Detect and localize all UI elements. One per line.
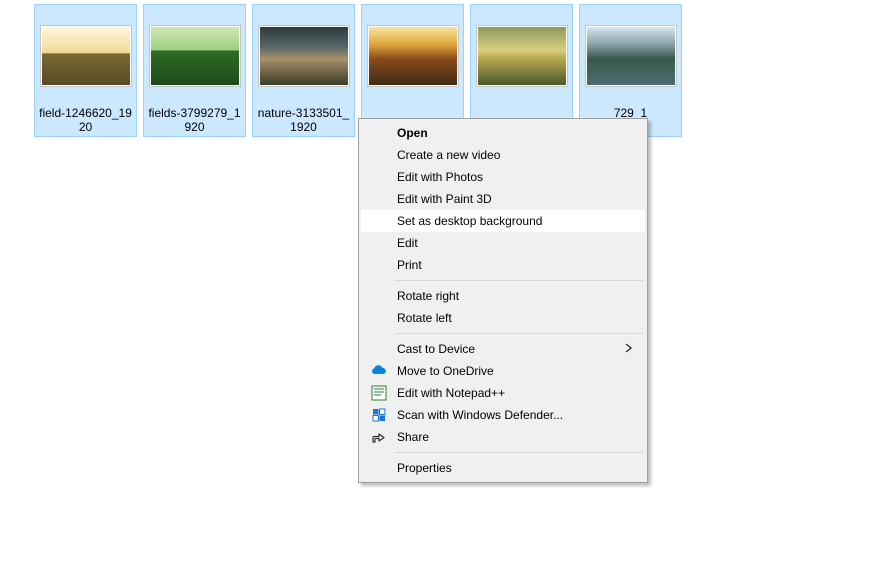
file-name-label: field-1246620_1920 (37, 106, 134, 134)
defender-icon (371, 407, 387, 423)
file-thumbnail[interactable]: field-1246620_1920 (34, 4, 137, 137)
menu-item-edit-with-photos[interactable]: Edit with Photos (361, 166, 645, 188)
menu-item-properties[interactable]: Properties (361, 457, 645, 479)
file-thumbnail[interactable]: fields-3799279_1920 (143, 4, 246, 137)
thumbnail-image (365, 8, 461, 104)
thumbnail-image (147, 8, 243, 104)
menu-item-open[interactable]: Open (361, 122, 645, 144)
thumbnail-image (583, 8, 679, 104)
menu-item-label: Edit with Paint 3D (397, 192, 615, 206)
menu-item-label: Properties (397, 461, 615, 475)
thumbnail-image (474, 8, 570, 104)
menu-item-move-to-onedrive[interactable]: Move to OneDrive (361, 360, 645, 382)
menu-item-label: Edit (397, 236, 615, 250)
menu-item-label: Open (397, 126, 615, 140)
menu-item-label: Edit with Notepad++ (397, 386, 615, 400)
menu-item-label: Scan with Windows Defender... (397, 408, 615, 422)
thumbnail-image (256, 8, 352, 104)
menu-item-share[interactable]: Share (361, 426, 645, 448)
menu-item-label: Edit with Photos (397, 170, 615, 184)
menu-item-scan-with-windows-defender[interactable]: Scan with Windows Defender... (361, 404, 645, 426)
menu-item-edit[interactable]: Edit (361, 232, 645, 254)
file-name-label: nature-3133501_1920 (255, 106, 352, 134)
menu-item-label: Move to OneDrive (397, 364, 615, 378)
menu-item-label: Cast to Device (397, 342, 615, 356)
menu-item-cast-to-device[interactable]: Cast to Device (361, 338, 645, 360)
menu-separator (395, 452, 643, 453)
file-thumbnail[interactable]: nature-3133501_1920 (252, 4, 355, 137)
file-name-label: fields-3799279_1920 (146, 106, 243, 134)
file-explorer-icon-view: field-1246620_1920 fields-3799279_1920 nat… (0, 0, 889, 137)
menu-item-rotate-right[interactable]: Rotate right (361, 285, 645, 307)
menu-separator (395, 333, 643, 334)
notepadpp-icon (371, 385, 387, 401)
menu-item-label: Create a new video (397, 148, 615, 162)
thumbnail-image (38, 8, 134, 104)
menu-item-rotate-left[interactable]: Rotate left (361, 307, 645, 329)
menu-item-edit-with-paint-3d[interactable]: Edit with Paint 3D (361, 188, 645, 210)
menu-item-label: Set as desktop background (397, 214, 615, 228)
share-icon (371, 429, 387, 445)
menu-item-label: Rotate left (397, 311, 615, 325)
menu-item-set-as-desktop-background[interactable]: Set as desktop background (361, 210, 645, 232)
menu-item-label: Print (397, 258, 615, 272)
menu-item-create-a-new-video[interactable]: Create a new video (361, 144, 645, 166)
context-menu: Open Create a new video Edit with Photos Ed… (358, 118, 648, 483)
menu-item-label: Share (397, 430, 615, 444)
onedrive-icon (371, 363, 387, 379)
menu-separator (395, 280, 643, 281)
submenu-arrow-icon (625, 342, 633, 356)
menu-item-edit-with-notepad[interactable]: Edit with Notepad++ (361, 382, 645, 404)
menu-item-print[interactable]: Print (361, 254, 645, 276)
menu-item-label: Rotate right (397, 289, 615, 303)
